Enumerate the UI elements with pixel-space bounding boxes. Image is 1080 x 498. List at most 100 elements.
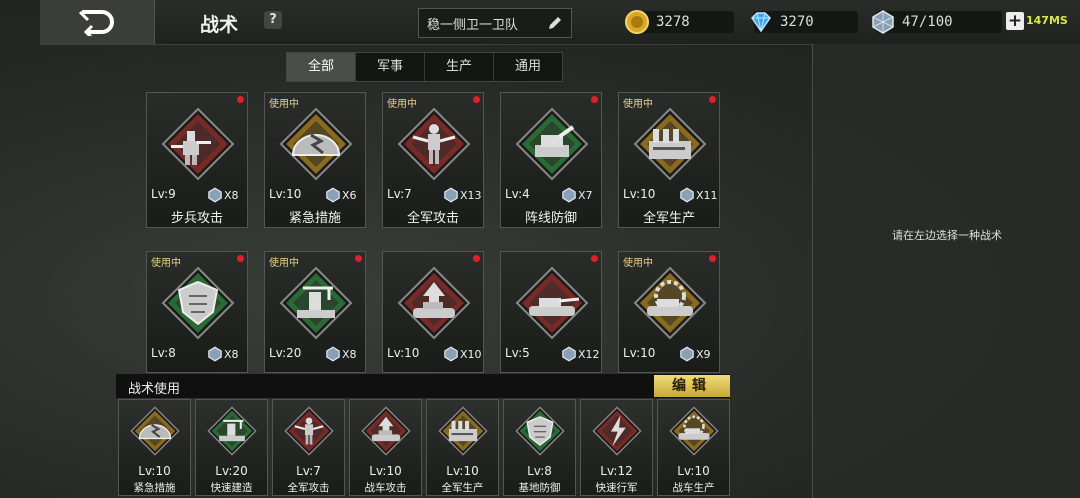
crystal-icon xyxy=(872,10,894,34)
card-count: X8 xyxy=(224,189,239,202)
crystal-icon xyxy=(326,346,340,362)
top-bar: 战术 ? 稳一侧卫一卫队 3278 3270 47/100 + 147MS xyxy=(40,0,1080,45)
tactic-card[interactable]: 使用中 Lv:10 X11 全军生产 xyxy=(618,92,720,228)
soldier-icon xyxy=(284,406,334,456)
construction-icon xyxy=(207,406,257,456)
tactic-card[interactable]: 使用中 Lv:10 X9 xyxy=(618,251,720,373)
diamond-icon xyxy=(751,12,771,33)
slot-name: 战车攻击 xyxy=(364,482,407,494)
card-count: X10 xyxy=(460,348,482,361)
tactic-card[interactable]: Lv:5 X12 xyxy=(500,251,602,373)
tactic-name: 步兵攻击 xyxy=(170,211,223,226)
tactic-use-title: 战术使用 xyxy=(128,382,181,397)
ping-readout: 147MS xyxy=(1026,14,1068,27)
tactic-slot[interactable]: Lv:10 全军生产 xyxy=(426,399,499,496)
gold-value: 3278 xyxy=(656,14,690,30)
tactic-name: 全军攻击 xyxy=(406,211,459,226)
tactic-slot[interactable]: Lv:8 基地防御 xyxy=(503,399,576,496)
tactic-name: 阵线防御 xyxy=(524,211,577,226)
select-hint: 请在左边选择一种战术 xyxy=(892,229,1002,242)
card-count: X8 xyxy=(224,348,239,361)
shield-emblem-icon xyxy=(515,406,565,456)
tactic-card[interactable]: Lv:9 X8 步兵攻击 xyxy=(146,92,248,228)
lightning-icon xyxy=(592,406,642,456)
slot-level: Lv:10 xyxy=(369,464,402,478)
shield-emblem-icon xyxy=(161,266,235,340)
level-label: Lv:20 xyxy=(269,346,302,360)
tank-attack-icon xyxy=(397,266,471,340)
tactic-use-bar: 战术使用 编辑 xyxy=(116,374,730,398)
tactic-detail-panel: 请在左边选择一种战术 xyxy=(812,44,1080,498)
crystal-icon xyxy=(680,346,694,362)
supply-value: 47/100 xyxy=(902,14,953,30)
crystal-icon xyxy=(680,187,694,203)
infantry-icon xyxy=(161,107,235,181)
new-badge-dot xyxy=(709,96,716,103)
level-label: Lv:10 xyxy=(623,346,656,360)
level-label: Lv:4 xyxy=(505,187,530,201)
diamond-value: 3270 xyxy=(780,14,814,30)
page-title: 战术 xyxy=(200,14,239,36)
level-label: Lv:10 xyxy=(387,346,420,360)
tactic-card[interactable]: Lv:4 X7 阵线防御 xyxy=(500,92,602,228)
tactic-card[interactable]: Lv:10 X10 xyxy=(382,251,484,373)
tactic-slot[interactable]: Lv:20 快速建造 xyxy=(195,399,268,496)
tactic-slot[interactable]: Lv:10 战车生产 xyxy=(657,399,730,496)
slot-name: 快速行军 xyxy=(595,482,638,494)
back-button[interactable] xyxy=(40,0,155,44)
new-badge-dot xyxy=(355,255,362,262)
crystal-icon xyxy=(326,187,340,203)
card-count: X8 xyxy=(342,348,357,361)
new-badge-dot xyxy=(237,96,244,103)
edit-button[interactable]: 编辑 xyxy=(654,375,730,397)
tank-gear-icon xyxy=(633,266,707,340)
level-label: Lv:8 xyxy=(151,346,176,360)
card-count: X12 xyxy=(578,348,600,361)
gold-counter: 3278 xyxy=(625,10,734,34)
pencil-icon[interactable] xyxy=(547,15,563,31)
tab-military[interactable]: 军事 xyxy=(356,53,425,81)
tactic-slot[interactable]: Lv:10 紧急措施 xyxy=(118,399,191,496)
tab-general[interactable]: 通用 xyxy=(494,53,562,81)
tactic-card[interactable]: 使用中 Lv:7 X13 全军攻击 xyxy=(382,92,484,228)
new-badge-dot xyxy=(237,255,244,262)
slot-level: Lv:8 xyxy=(527,464,552,478)
bunker-lightning-icon xyxy=(130,406,180,456)
tactic-card[interactable]: 使用中 Lv:10 X6 紧急措施 xyxy=(264,92,366,228)
tactic-name: 紧急措施 xyxy=(288,211,341,226)
crystal-icon xyxy=(444,346,458,362)
construction-icon xyxy=(279,266,353,340)
slot-level: Lv:20 xyxy=(215,464,248,478)
slot-level: Lv:12 xyxy=(600,464,633,478)
card-count: X7 xyxy=(578,189,593,202)
tab-production[interactable]: 生产 xyxy=(425,53,494,81)
tactic-slot[interactable]: Lv:12 快速行军 xyxy=(580,399,653,496)
crystal-icon xyxy=(444,187,458,203)
factory-icon xyxy=(438,406,488,456)
soldier-icon xyxy=(397,107,471,181)
tactic-card[interactable]: 使用中 Lv:8 X8 xyxy=(146,251,248,373)
slot-level: Lv:7 xyxy=(296,464,321,478)
add-supply-button[interactable]: + xyxy=(1006,12,1024,30)
new-badge-dot xyxy=(591,96,598,103)
slot-level: Lv:10 xyxy=(446,464,479,478)
category-tabs: 全部 军事 生产 通用 xyxy=(286,52,563,82)
card-count: X9 xyxy=(696,348,711,361)
crystal-icon xyxy=(562,346,576,362)
tactic-slot[interactable]: Lv:10 战车攻击 xyxy=(349,399,422,496)
tactic-card[interactable]: 使用中 Lv:20 X8 xyxy=(264,251,366,373)
slot-level: Lv:10 xyxy=(677,464,710,478)
tactic-slot[interactable]: Lv:7 全军攻击 xyxy=(272,399,345,496)
tab-all[interactable]: 全部 xyxy=(287,53,356,81)
card-count: X13 xyxy=(460,189,482,202)
slot-name: 紧急措施 xyxy=(133,482,176,494)
help-icon[interactable]: ? xyxy=(264,11,282,29)
preset-name: 稳一侧卫一卫队 xyxy=(427,17,519,33)
factory-icon xyxy=(633,107,707,181)
turret-icon xyxy=(515,107,589,181)
crystal-icon xyxy=(208,187,222,203)
new-badge-dot xyxy=(473,255,480,262)
level-label: Lv:7 xyxy=(387,187,412,201)
preset-name-field[interactable]: 稳一侧卫一卫队 xyxy=(418,8,572,38)
new-badge-dot xyxy=(591,255,598,262)
